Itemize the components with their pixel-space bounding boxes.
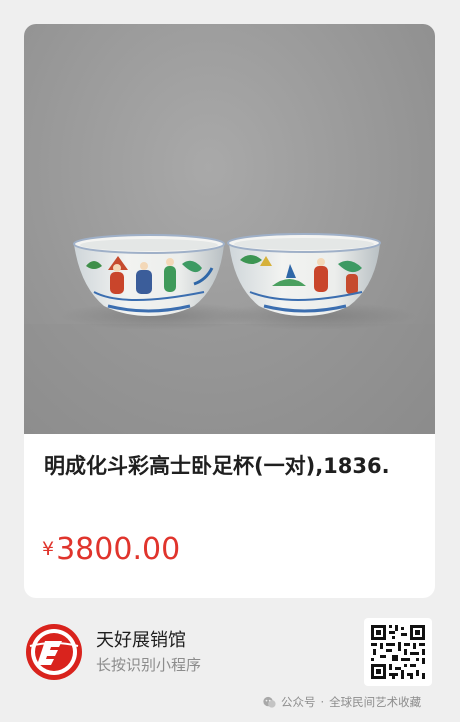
porcelain-cups-illustration: [24, 233, 435, 434]
store-subtitle: 长按识别小程序: [96, 656, 202, 674]
store-logo-icon[interactable]: [24, 622, 84, 682]
qr-code-icon: [370, 624, 426, 680]
price-value: 3800.00: [56, 532, 181, 567]
mini-program-qr-icon[interactable]: [364, 618, 432, 686]
product-photo[interactable]: [24, 24, 435, 434]
watermark-platform: 公众号: [281, 695, 316, 709]
product-title: 明成化斗彩高士卧足杯(一对),1836.: [44, 454, 390, 478]
product-card[interactable]: 明成化斗彩高士卧足杯(一对),1836. ¥3800.00: [24, 24, 435, 598]
currency-symbol: ¥: [42, 538, 55, 560]
store-name[interactable]: 天好展销馆: [96, 626, 186, 652]
watermark-account: 全球民间艺术收藏: [329, 695, 422, 709]
watermark: 公众号 · 全球民间艺术收藏: [262, 694, 421, 710]
wechat-icon: [263, 696, 276, 708]
product-price: ¥3800.00: [42, 532, 180, 567]
watermark-separator: ·: [320, 695, 325, 709]
